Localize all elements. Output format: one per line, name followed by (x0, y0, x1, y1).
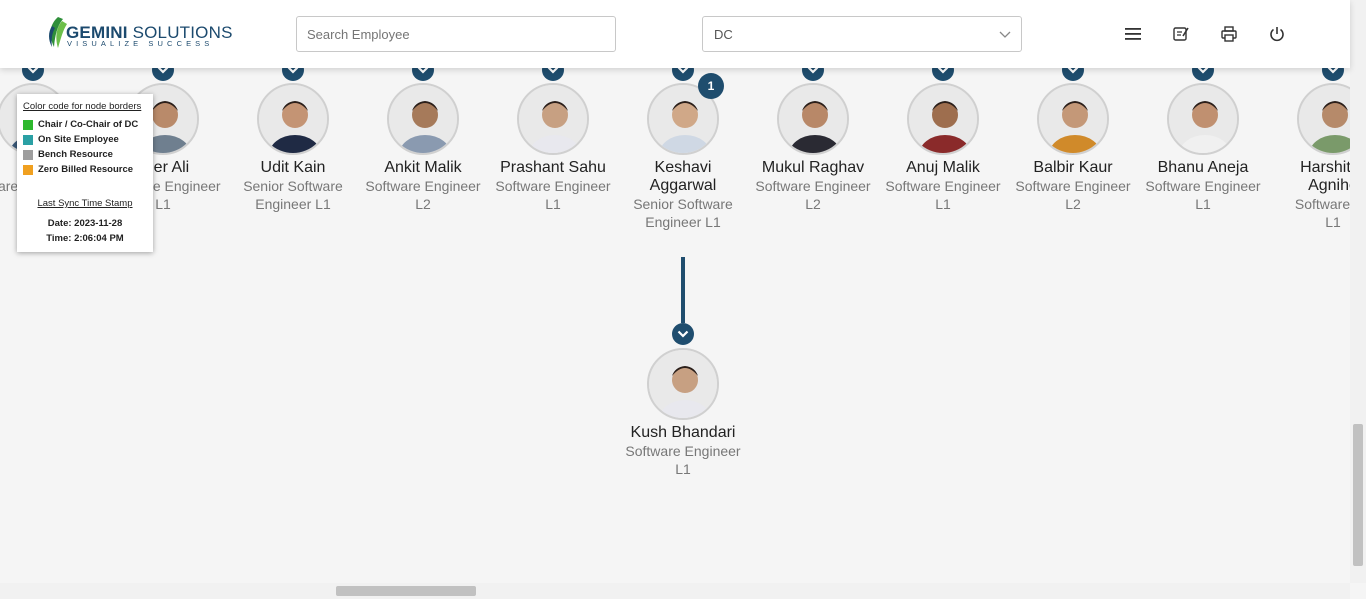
employee-name: Udit Kain (260, 159, 326, 176)
horizontal-scrollbar[interactable] (0, 583, 1350, 599)
avatar[interactable] (257, 83, 329, 155)
green-swatch (23, 119, 33, 130)
employee-name: Bhanu Aneja (1157, 159, 1249, 176)
avatar[interactable] (1167, 83, 1239, 155)
orange-swatch (23, 164, 33, 175)
employee-name-line2: Aggarwal (649, 177, 717, 194)
legend-item-zero-billed: Zero Billed Resource (23, 164, 133, 175)
avatar[interactable] (907, 83, 979, 155)
gemini-logo[interactable]: GEMINI SOLUTIONS VISUALIZE SUCCESS (46, 16, 232, 50)
avatar[interactable] (647, 348, 719, 420)
employee-level: Engineer L1 (255, 196, 331, 212)
employee-level: L2 (805, 196, 821, 212)
employee-name: Prashant Sahu (500, 159, 606, 176)
employee-level: L1 (545, 196, 561, 212)
employee-name: Ankit Malik (384, 159, 462, 176)
avatar[interactable] (517, 83, 589, 155)
legend-label: Chair / Co-Chair of DC (38, 119, 139, 130)
print-icon (1221, 26, 1237, 42)
employee-name: Keshavi (654, 159, 712, 176)
notes-icon (1173, 27, 1189, 41)
legend-item-onsite: On Site Employee (23, 134, 119, 145)
logo-leaf-icon (49, 17, 67, 48)
horizontal-scroll-thumb[interactable] (336, 586, 476, 596)
employee-level: Engineer L1 (645, 214, 721, 230)
power-icon (1270, 27, 1284, 42)
expand-toggle-chevron-icon[interactable] (672, 323, 694, 345)
notes-button[interactable] (1169, 22, 1193, 46)
avatar[interactable] (1037, 83, 1109, 155)
legend-label: Zero Billed Resource (38, 164, 134, 175)
legend-label: On Site Employee (38, 134, 119, 145)
print-button[interactable] (1217, 22, 1241, 46)
search-employee-input[interactable] (296, 16, 616, 52)
employee-role: Senior Software (243, 178, 343, 194)
legend-label: Bench Resource (38, 149, 113, 160)
employee-name: Kush Bhandari (630, 424, 736, 441)
department-select[interactable]: DC (702, 16, 1022, 52)
employee-role: Software Engineer (1015, 178, 1131, 194)
legend-item-bench: Bench Resource (23, 149, 113, 160)
employee-level: L2 (1065, 196, 1081, 212)
employee-role: Software Engineer (625, 443, 741, 459)
avatar[interactable] (387, 83, 459, 155)
employee-role: Senior Software (633, 196, 733, 212)
employee-name: Balbir Kaur (1033, 159, 1113, 176)
employee-level: L2 (415, 196, 431, 212)
employee-level: L1 (935, 196, 951, 212)
menu-button[interactable] (1121, 22, 1145, 46)
color-legend-panel: Color code for node borders Chair / Co-C… (17, 94, 153, 252)
employee-role: Software Engineer (755, 178, 871, 194)
tree-connector-line (681, 257, 685, 323)
sync-time: Time: 2:06:04 PM (46, 233, 124, 244)
legend-item-chair: Chair / Co-Chair of DC (23, 119, 138, 130)
employee-level: L1 (1195, 196, 1211, 212)
top-header: GEMINI SOLUTIONS VISUALIZE SUCCESS DC (0, 0, 1350, 68)
avatar[interactable] (777, 83, 849, 155)
child-count-badge: 1 (698, 73, 724, 99)
last-sync-label: Last Sync Time Stamp (37, 198, 133, 209)
sync-date: Date: 2023-11-28 (47, 218, 123, 229)
employee-role: Software Engineer (365, 178, 481, 194)
logout-button[interactable] (1265, 22, 1289, 46)
legend-title: Color code for node borders (23, 101, 142, 112)
employee-role: Software Engineer (495, 178, 611, 194)
chevron-down-icon (999, 31, 1011, 38)
grey-swatch (23, 149, 33, 160)
employee-role: Software Engineer (1145, 178, 1261, 194)
teal-swatch (23, 134, 33, 145)
employee-name: Anuj Malik (906, 159, 980, 176)
employee-name: Mukul Raghav (761, 159, 865, 176)
employee-level: L1 (675, 461, 691, 477)
department-select-value: DC (714, 27, 733, 42)
vertical-scrollbar[interactable] (1350, 0, 1366, 583)
logo-tagline: VISUALIZE SUCCESS (67, 39, 214, 48)
menu-icon (1125, 28, 1141, 40)
employee-role: Software Engineer (885, 178, 1001, 194)
vertical-scroll-thumb[interactable] (1353, 424, 1363, 566)
